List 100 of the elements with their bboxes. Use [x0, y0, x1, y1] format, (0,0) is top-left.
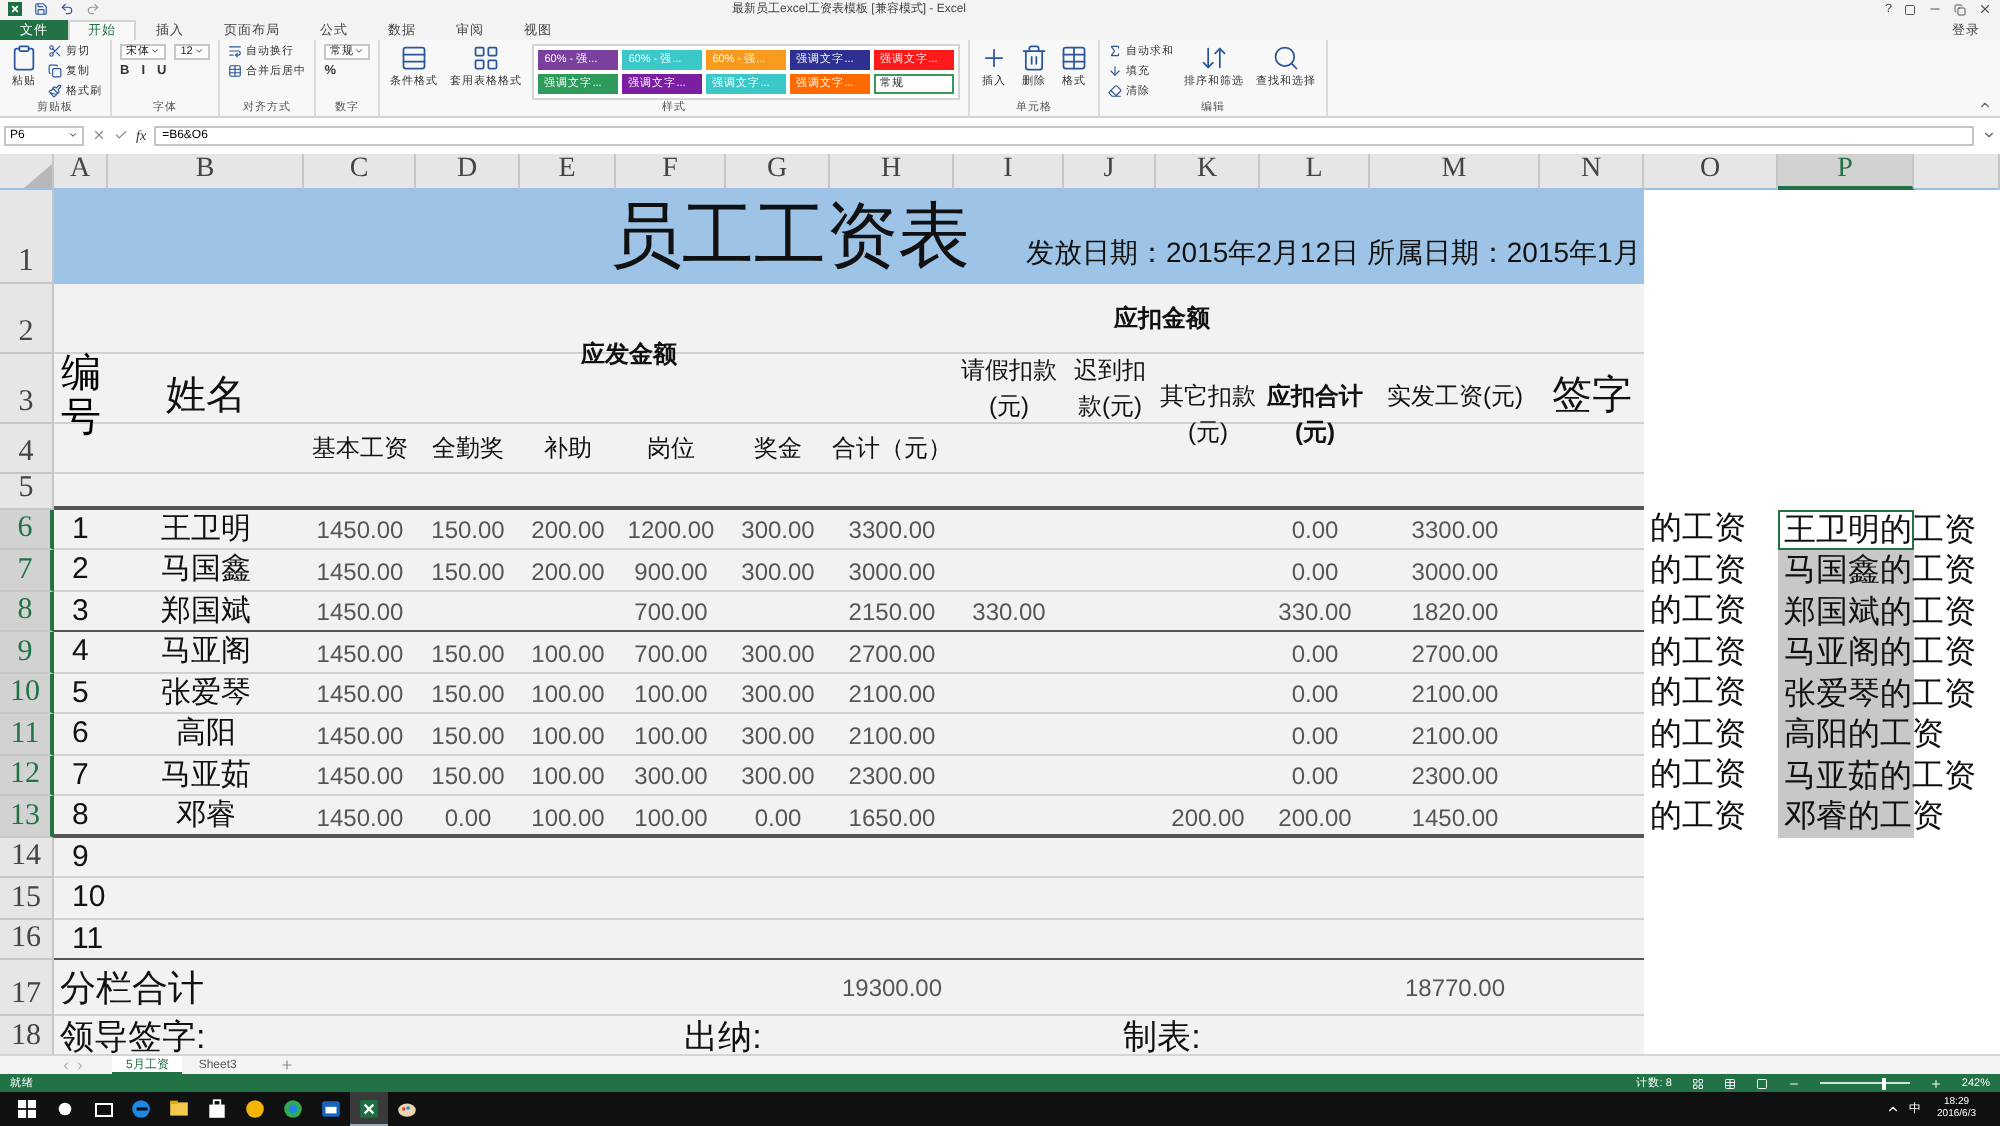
row-header[interactable]: 9	[0, 632, 54, 674]
column-header[interactable]: B	[108, 153, 304, 190]
header-cell-text: 基本工资	[310, 432, 410, 467]
table-cell-text: 10	[70, 878, 108, 919]
table-cell-text: 100.00	[529, 637, 607, 672]
row-header[interactable]: 8	[0, 591, 54, 633]
column-header[interactable]: L	[1260, 153, 1370, 190]
column-header[interactable]: M	[1370, 153, 1540, 190]
column-header[interactable]: N	[1540, 153, 1644, 190]
column-header[interactable]: D	[416, 153, 520, 190]
column-header[interactable]: H	[830, 153, 954, 190]
task-view-icon[interactable]	[93, 1101, 113, 1118]
header-cell-text: 姓名	[164, 372, 248, 423]
row-header[interactable]: 16	[0, 919, 54, 961]
row-header[interactable]: 17	[0, 960, 54, 1017]
header-cell-text: 迟到扣款(元)	[1072, 354, 1148, 424]
zoom-in-icon[interactable]	[1929, 1077, 1942, 1090]
table-cell-text: 的工资	[1648, 551, 1748, 592]
column-header[interactable]: F	[616, 153, 726, 190]
table-cell-text: 330.00	[1276, 596, 1354, 631]
redo-icon[interactable]	[86, 2, 100, 17]
caret-icon	[194, 46, 205, 57]
row-header[interactable]: 12	[0, 755, 54, 797]
row-header[interactable]: 10	[0, 673, 54, 715]
collapse-ribbon-icon[interactable]	[1978, 97, 1992, 112]
row-header[interactable]: 4	[0, 423, 54, 474]
ribbon-options-icon[interactable]	[1904, 3, 1916, 16]
table-cell-text: 4	[70, 632, 91, 673]
expand-icon[interactable]	[1982, 128, 1996, 143]
table-cell-text: 300.00	[739, 760, 817, 795]
enter-icon[interactable]	[114, 128, 128, 143]
header-cell-text: 签字	[1550, 372, 1634, 423]
header-cell-text: 其它扣款(元)	[1158, 379, 1258, 450]
table-cell-text: 150.00	[429, 555, 507, 590]
table-cell-text: 0.00	[752, 801, 804, 836]
table-cell-text: 150.00	[429, 678, 507, 713]
restore-icon[interactable]	[1954, 3, 1966, 16]
close-icon[interactable]	[1978, 2, 1992, 17]
column-header[interactable]: O	[1644, 153, 1778, 190]
column-header[interactable]: C	[304, 153, 416, 190]
table-cell-text: 300.00	[739, 555, 817, 590]
table-cell-text: 马国鑫	[159, 550, 253, 591]
sheet-title: 员工工资表	[610, 199, 970, 272]
undo-icon[interactable]	[60, 2, 74, 17]
table-cell-text: 150.00	[429, 719, 507, 754]
table-cell-text: 700.00	[632, 596, 710, 631]
column-header[interactable]: I	[954, 153, 1064, 190]
column-header[interactable]: A	[54, 153, 108, 190]
table-cell-text: 200.00	[529, 514, 607, 549]
table-cell-text: 分栏合计	[58, 965, 206, 1012]
table-icon	[1060, 43, 1089, 72]
taskbar-app[interactable]	[350, 1092, 388, 1126]
row-header[interactable]: 3	[0, 353, 54, 424]
paintbrush-icon	[48, 84, 62, 99]
header-cell-text: 应发金额	[579, 337, 679, 372]
table-cell-text: 5	[70, 673, 91, 714]
row-header[interactable]: 7	[0, 550, 54, 592]
table-cell-text: 100.00	[529, 760, 607, 795]
table-cell-text: 2100.00	[1409, 678, 1501, 713]
page-layout-icon[interactable]	[1723, 1077, 1736, 1090]
header-cell-text: 应扣金额	[1112, 302, 1212, 337]
zoom-thumb[interactable]	[1881, 1077, 1886, 1090]
table-cell-text: 2300.00	[846, 760, 938, 795]
row-header[interactable]: 13	[0, 796, 54, 838]
row-header[interactable]: 6	[0, 509, 54, 551]
shopping-bag-icon	[206, 1098, 228, 1121]
table-cell-text: 0.00	[1289, 678, 1341, 713]
row-header[interactable]: 15	[0, 878, 54, 920]
search-icon[interactable]	[56, 1100, 74, 1119]
table-cell-text: 马亚茹	[159, 755, 253, 796]
bar-rows-icon	[400, 43, 429, 72]
table-cell-text: 100.00	[529, 801, 607, 836]
table-cell-text: 1450.00	[314, 760, 406, 795]
row-header[interactable]: 11	[0, 714, 54, 756]
page-break-icon[interactable]	[1755, 1077, 1768, 1090]
row-header[interactable]: 1	[0, 189, 54, 284]
zoom-out-icon[interactable]	[1787, 1077, 1800, 1090]
row-header[interactable]: 18	[0, 1016, 54, 1055]
column-header[interactable]: K	[1156, 153, 1260, 190]
column-header[interactable]: J	[1064, 153, 1156, 190]
column-header[interactable]: P	[1778, 153, 1914, 190]
table-cell-text: 300.00	[739, 514, 817, 549]
tray-expand-icon[interactable]	[1885, 1102, 1900, 1117]
row-header[interactable]: 2	[0, 283, 54, 354]
normal-view-icon[interactable]	[1691, 1077, 1704, 1090]
table-cell-text: 1450.00	[314, 514, 406, 549]
column-header[interactable]: E	[520, 153, 616, 190]
row-header[interactable]: 5	[0, 473, 54, 510]
table-cell-text: 100.00	[632, 678, 710, 713]
row-header[interactable]: 14	[0, 837, 54, 879]
save-icon[interactable]	[34, 2, 48, 17]
start-icon[interactable]	[18, 1100, 36, 1119]
table-cell-text: 马亚阁	[159, 632, 253, 673]
column-header[interactable]: G	[726, 153, 830, 190]
table-cell-text: 200.00	[1276, 801, 1354, 836]
cancel-icon[interactable]	[92, 128, 106, 143]
table-cell-text: 200.00	[529, 555, 607, 590]
table-cell-text: 1450.00	[314, 801, 406, 836]
table-cell-text: 18770.00	[1402, 972, 1508, 1007]
coin-icon	[244, 1098, 266, 1121]
